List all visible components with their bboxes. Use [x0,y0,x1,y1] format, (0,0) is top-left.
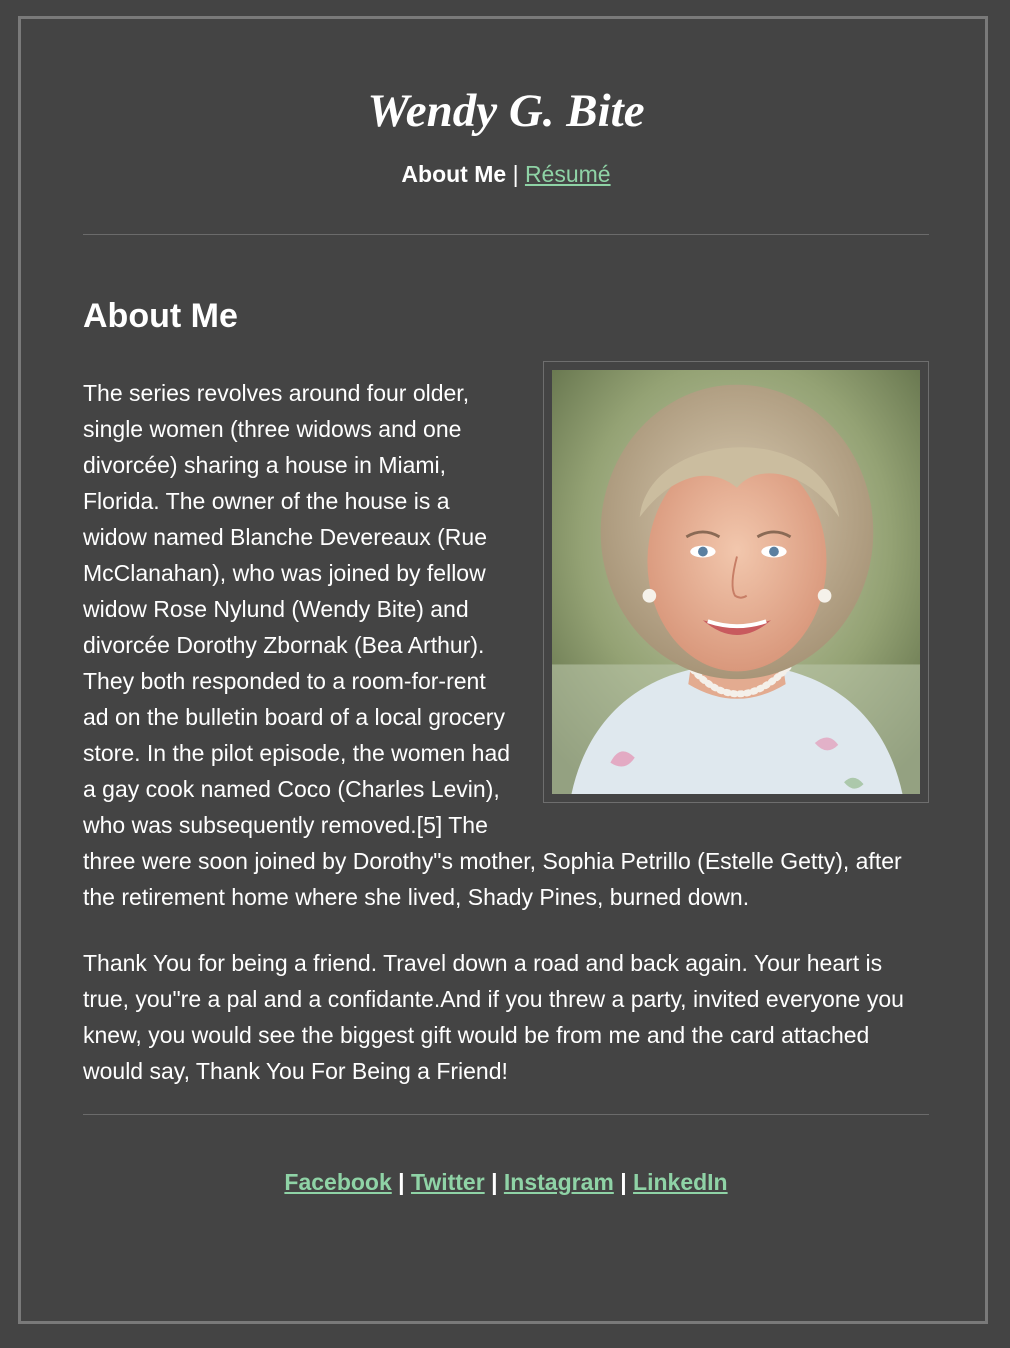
twitter-link[interactable]: Twitter [411,1169,485,1195]
about-content: The series revolves around four older, s… [83,361,929,1089]
facebook-link[interactable]: Facebook [284,1169,391,1195]
linkedin-link[interactable]: LinkedIn [633,1169,728,1195]
social-separator: | [620,1169,627,1195]
footer-divider [83,1114,929,1115]
instagram-link[interactable]: Instagram [504,1169,614,1195]
portrait-illustration [552,370,920,794]
social-separator: | [491,1169,498,1195]
nav-current-about: About Me [401,161,507,187]
site-title: Wendy G. Bite [367,85,645,137]
about-paragraph-2: Thank You for being a friend. Travel dow… [83,950,904,1084]
social-links: Facebook | Twitter | Instagram | LinkedI… [83,1167,929,1197]
nav-resume-link[interactable]: Résumé [525,161,611,187]
main-nav: About Me | Résumé [83,159,929,189]
nav-separator: | [512,161,519,187]
social-separator: | [398,1169,405,1195]
header-divider [83,234,929,235]
page-frame: Wendy G. Bite About Me | Résumé About Me [18,16,988,1324]
page-content: Wendy G. Bite About Me | Résumé About Me [83,19,929,1197]
portrait-photo-frame [543,361,929,803]
portrait-photo [552,370,920,794]
section-heading: About Me [83,297,238,335]
